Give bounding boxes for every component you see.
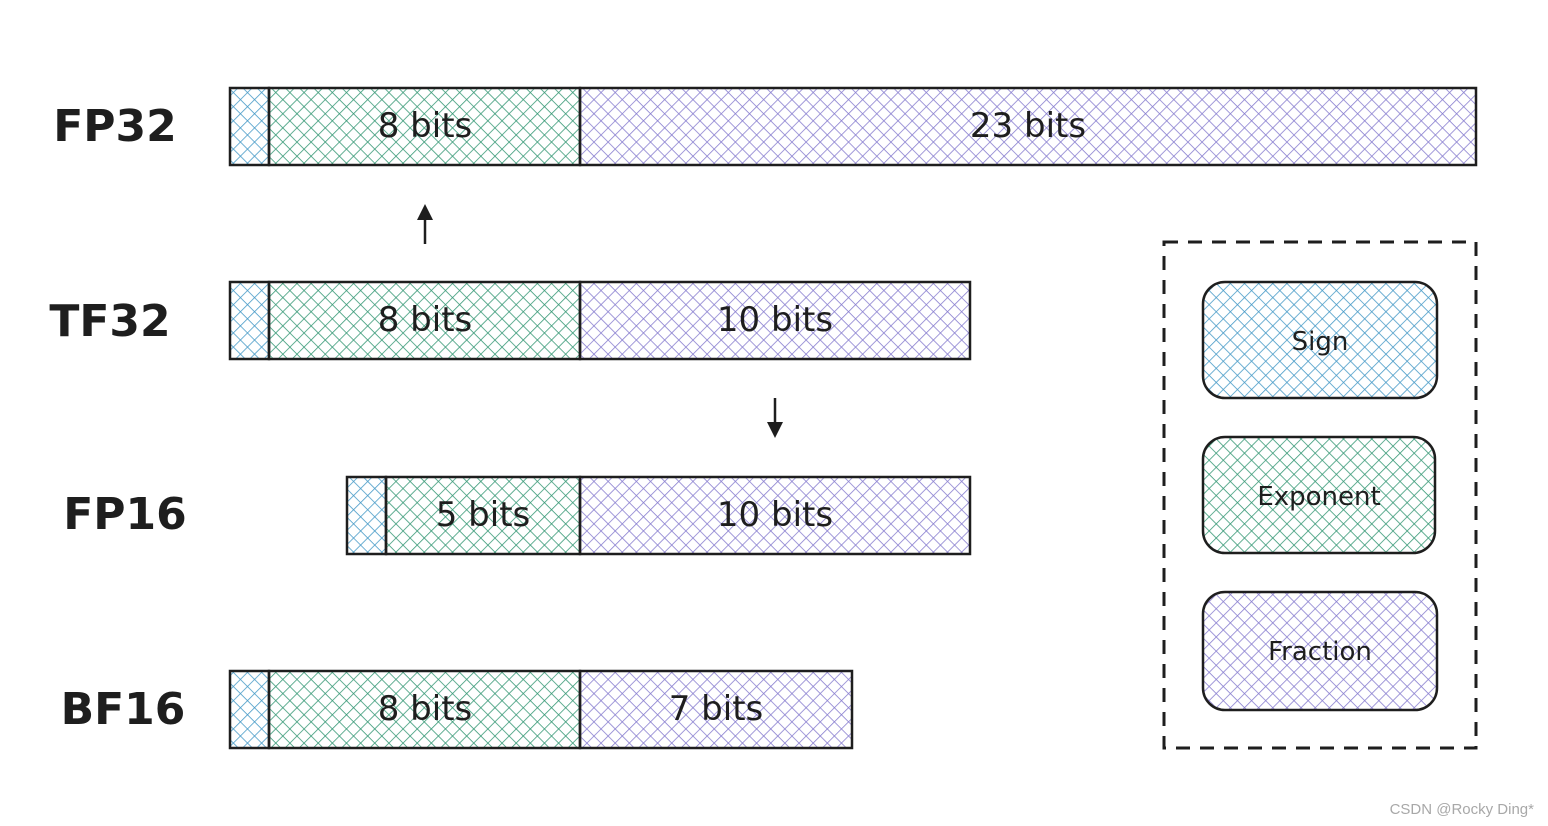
sign-field	[228, 669, 271, 750]
row-tf32: TF32 8 bits 10 bits	[49, 280, 972, 361]
fraction-bits: 23 bits	[970, 106, 1086, 146]
legend-fraction-label: Fraction	[1268, 637, 1372, 667]
format-label: FP16	[63, 489, 187, 540]
format-label: BF16	[61, 684, 186, 735]
legend-exponent-label: Exponent	[1257, 482, 1380, 512]
legend: Sign Exponent Fraction	[1162, 240, 1478, 750]
exponent-bits: 8 bits	[378, 106, 473, 146]
watermark: CSDN @Rocky Ding*	[1389, 801, 1534, 818]
float-format-diagram: FP32 8 bits 23 bits TF32 8 bits 10 bits …	[49, 86, 1478, 750]
fraction-bits: 10 bits	[717, 495, 833, 535]
legend-sign-label: Sign	[1292, 327, 1349, 357]
sign-field	[345, 475, 388, 556]
format-label: FP32	[53, 101, 177, 152]
arrow-up-icon	[417, 204, 433, 244]
arrow-down-icon	[767, 398, 783, 438]
exponent-bits: 5 bits	[436, 495, 531, 535]
exponent-bits: 8 bits	[378, 689, 473, 729]
fraction-bits: 10 bits	[717, 300, 833, 340]
fraction-bits: 7 bits	[669, 689, 764, 729]
exponent-bits: 8 bits	[378, 300, 473, 340]
row-fp32: FP32 8 bits 23 bits	[53, 86, 1478, 167]
sign-field	[228, 280, 271, 361]
sign-field	[228, 86, 271, 167]
row-fp16: FP16 5 bits 10 bits	[63, 475, 972, 556]
row-bf16: BF16 8 bits 7 bits	[61, 669, 854, 750]
format-label: TF32	[49, 296, 170, 347]
